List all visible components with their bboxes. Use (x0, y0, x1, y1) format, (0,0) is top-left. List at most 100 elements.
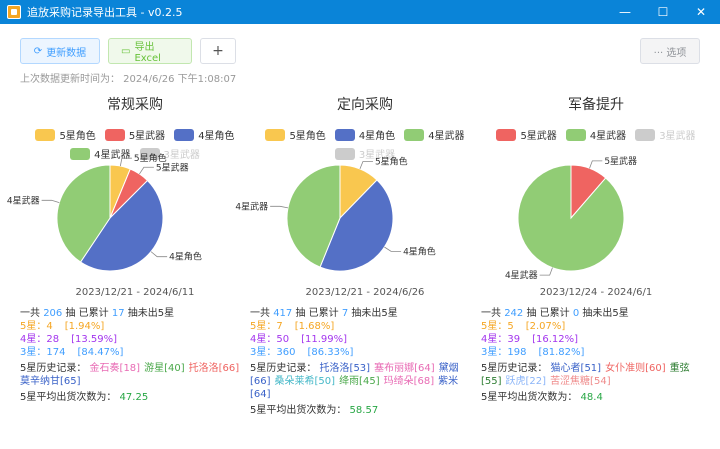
pull-stats: 一共 242 抽 已累计 0 抽未出5星 5星：5 [2.07%] 4星：39 [16.… (481, 307, 706, 404)
pie-label: 5星武器 (156, 161, 189, 173)
five-star-history: 5星历史记录： 金石奏[18] 游星[40] 托洛洛[66] 莫辛纳甘[65] (20, 362, 245, 388)
history-item: 玛绮朵[68] (383, 376, 435, 387)
summary-mid: 抽 已累计 (62, 308, 112, 319)
summary-mid: 抽 已累计 (292, 308, 342, 319)
window-title: 追放采购记录导出工具 - v0.2.5 (27, 6, 183, 19)
rarity-count: 5星：4 (20, 321, 53, 332)
rarity-percent: [84.47%] (77, 347, 124, 358)
app-icon (7, 5, 21, 19)
maximize-button[interactable]: ☐ (644, 0, 682, 24)
rarity-count: 4星：28 (20, 334, 60, 345)
close-button[interactable]: ✕ (682, 0, 720, 24)
history-item: 绛雨[45] (339, 376, 380, 387)
refresh-data-button[interactable]: ⟳ 更新数据 (20, 38, 100, 64)
pie-leader-line (270, 205, 289, 209)
average-label: 5星平均出货次数为： (20, 392, 120, 403)
rarity-count: 5星：5 (481, 321, 514, 332)
history-item: 托洛洛[53] (319, 363, 371, 374)
rarity-percent: [1.68%] (294, 321, 335, 332)
rarity-percent: [81.82%] (538, 347, 585, 358)
history-item: 桑朵莱希[50] (274, 376, 336, 387)
pie-label: 4星武器 (235, 200, 268, 212)
legend-item[interactable]: 4星角色 (174, 128, 235, 142)
pie-chart: 5星武器 4星武器 (481, 155, 711, 286)
pie-leader-line (384, 246, 402, 252)
pie-svg: 5星角色 4星角色 4星武器 (235, 155, 436, 272)
average-value: 58.57 (349, 405, 379, 416)
minimize-button[interactable]: — (606, 0, 644, 24)
date-range: 2023/12/24 - 2024/6/1 (539, 287, 653, 298)
rarity-row: 3星：174 [84.47%] (20, 346, 245, 359)
legend-swatch (334, 128, 355, 141)
summary-suffix: 抽未出5星 (124, 308, 175, 319)
legend-swatch (265, 128, 286, 141)
rarity-row: 3星：198 [81.82%] (481, 346, 706, 359)
add-button[interactable]: + (200, 38, 236, 64)
pull-stats: 一共 417 抽 已累计 7 抽未出5星 5星：7 [1.68%] 4星：50 [11.… (250, 307, 475, 417)
legend-item[interactable]: 5星角色 (265, 128, 326, 142)
legend-item[interactable]: 4星角色 (334, 128, 396, 142)
pie-svg: 5星武器 4星武器 (505, 155, 637, 281)
history-label: 5星历史记录： (20, 363, 90, 374)
history-item: 金石奏[18] (89, 363, 141, 374)
window-controls: — ☐ ✕ (606, 0, 720, 24)
legend-swatch (404, 128, 425, 141)
legend-item[interactable]: 4星武器 (70, 147, 131, 161)
rarity-count: 4星：50 (250, 334, 290, 345)
summary-prefix: 一共 (250, 308, 274, 319)
pie-svg: 5星角色5星武器4星角色4星武器 (7, 152, 202, 272)
legend-item[interactable]: 4星武器 (404, 128, 465, 142)
five-star-history: 5星历史记录： 托洛洛[53] 塞布丽娜[64] 黛烟[66] 桑朵莱希[50] 绛雨[… (250, 362, 475, 401)
pie-leader-line (359, 161, 373, 170)
pie-leader-line (41, 199, 60, 203)
pull-stats: 一共 206 抽 已累计 17 抽未出5星 5星：4 [1.94%] 4星：28 [13… (20, 307, 245, 404)
chart-title: 军备提升 (568, 97, 624, 113)
history-item: 苦涩焦糖[54] (550, 376, 611, 387)
legend-swatch (104, 128, 125, 141)
rarity-row: 4星：50 [11.99%] (250, 333, 475, 346)
rarity-row: 4星：28 [13.59%] (20, 333, 245, 346)
pie-slice[interactable] (517, 164, 625, 272)
chart-title: 定向采购 (337, 97, 393, 113)
legend-label: 4星角色 (358, 131, 396, 142)
history-label: 5星历史记录： (250, 363, 320, 374)
pie-label: 5星角色 (375, 155, 408, 167)
pie-label: 5星武器 (604, 155, 637, 167)
rarity-row: 5星：4 [1.94%] (20, 320, 245, 333)
rarity-percent: [2.07%] (525, 321, 566, 332)
history-item: 塞布丽娜[64] (374, 363, 435, 374)
legend-label: 4星武器 (94, 150, 131, 161)
toolbar: ⟳ 更新数据 ▭ 导出Excel + (20, 38, 236, 64)
history-item: 女仆准则[60] (605, 363, 666, 374)
pie-label: 4星武器 (505, 269, 538, 281)
legend-item[interactable]: 5星武器 (104, 128, 165, 142)
refresh-icon: ⟳ (33, 45, 43, 57)
pie-leader-line (539, 267, 553, 276)
history-label: 5星历史记录： (481, 363, 551, 374)
rarity-row: 5星：5 [2.07%] (481, 320, 706, 333)
chart-column-1: 定向采购 5星角色 4星角色 4星武器 3星武器 5星角色 4星角色 4星武器 2023/12/… (235, 94, 480, 416)
legend-item[interactable]: 3星武器 (635, 128, 696, 142)
export-excel-button[interactable]: ▭ 导出Excel (108, 38, 192, 64)
summary-prefix: 一共 (20, 308, 44, 319)
total-pulls: 417 (273, 308, 293, 319)
total-pulls: 242 (504, 308, 524, 319)
rarity-count: 4星：39 (481, 334, 521, 345)
legend-swatch (35, 128, 56, 141)
chart-legend: 5星角色 4星角色 4星武器 3星武器 (250, 128, 480, 161)
rarity-count: 3星：174 (20, 347, 66, 358)
legend-swatch (70, 147, 91, 160)
chart-column-2: 军备提升 5星武器 4星武器 3星武器 5星武器 4星武器 2023/12/24 - 202… (481, 94, 711, 403)
rarity-percent: [86.33%] (307, 347, 354, 358)
legend-label: 3星武器 (659, 131, 696, 142)
legend-label: 5星角色 (59, 131, 96, 142)
summary-mid: 抽 已累计 (523, 308, 573, 319)
legend-item[interactable]: 4星武器 (565, 128, 626, 142)
legend-swatch (496, 128, 517, 141)
legend-item[interactable]: 5星武器 (496, 128, 557, 142)
pie-label: 4星武器 (7, 194, 40, 206)
legend-item[interactable]: 5星角色 (35, 128, 96, 142)
chart-legend: 5星武器 4星武器 3星武器 (481, 128, 711, 142)
legend-swatch (635, 128, 656, 141)
options-button[interactable]: ··· 选项 (640, 38, 700, 64)
